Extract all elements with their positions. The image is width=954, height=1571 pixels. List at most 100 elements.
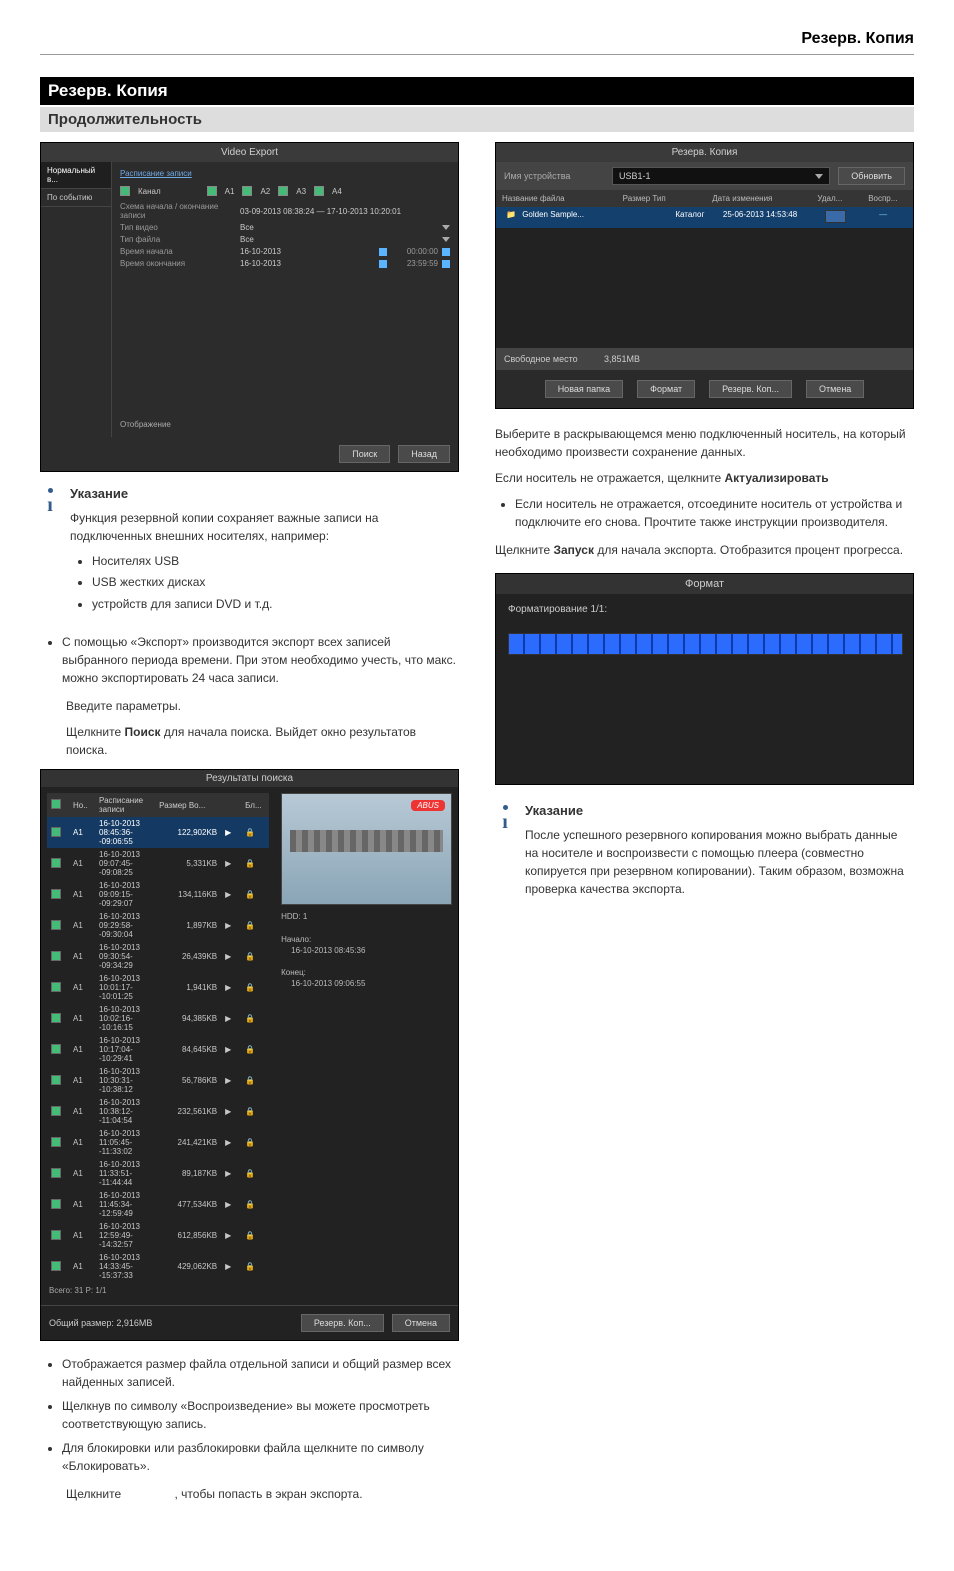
play-icon[interactable]: ▶ (221, 1003, 241, 1034)
play-icon[interactable]: ▶ (221, 1220, 241, 1251)
table-row[interactable]: A116-10-2013 10:38:12--11:04:54232,561KB… (47, 1096, 269, 1127)
lock-icon[interactable]: 🔒 (241, 817, 269, 848)
sidebar-item-event[interactable]: По событию (41, 189, 111, 207)
checkbox-a3[interactable] (278, 186, 288, 196)
tab-schedule[interactable]: Расписание записи (120, 169, 192, 178)
row-checkbox[interactable] (51, 951, 61, 961)
table-row[interactable]: A116-10-2013 14:33:45--15:37:33429,062KB… (47, 1251, 269, 1282)
table-row[interactable]: A116-10-2013 11:33:51--11:44:4489,187KB▶… (47, 1158, 269, 1189)
lock-icon[interactable]: 🔒 (241, 1189, 269, 1220)
cancel-button[interactable]: Отмена (392, 1314, 450, 1332)
calendar-icon[interactable] (379, 248, 387, 256)
bk-col-date[interactable]: Дата изменения (706, 190, 811, 207)
bk-cancel-button[interactable]: Отмена (806, 380, 864, 398)
play-icon[interactable]: ▶ (221, 1251, 241, 1282)
bk-col-name[interactable]: Название файла (496, 190, 617, 207)
table-row[interactable]: A116-10-2013 10:17:04--10:29:4184,645KB▶… (47, 1034, 269, 1065)
play-icon[interactable]: ▶ (221, 817, 241, 848)
back-button[interactable]: Назад (398, 445, 450, 463)
lock-icon[interactable]: 🔒 (241, 1096, 269, 1127)
lock-icon[interactable]: 🔒 (241, 1003, 269, 1034)
play-icon[interactable]: ▶ (221, 1189, 241, 1220)
play-icon[interactable]: ▶ (221, 848, 241, 879)
clock-icon[interactable] (442, 248, 450, 256)
table-row[interactable]: A116-10-2013 12:59:49--14:32:57612,856KB… (47, 1220, 269, 1251)
lock-icon[interactable]: 🔒 (241, 879, 269, 910)
backup-button[interactable]: Резерв. Коп... (301, 1314, 384, 1332)
row-checkbox[interactable] (51, 1168, 61, 1178)
row-checkbox[interactable] (51, 1199, 61, 1209)
delete-icon[interactable] (825, 210, 846, 223)
checkbox-all-channels[interactable] (120, 186, 130, 196)
play-icon[interactable]: ▶ (221, 1034, 241, 1065)
checkbox-all-results[interactable] (51, 799, 61, 809)
bk-backup-button[interactable]: Резерв. Коп... (709, 380, 792, 398)
checkbox-a4[interactable] (314, 186, 324, 196)
play-icon[interactable]: ▶ (221, 1127, 241, 1158)
table-row[interactable]: A116-10-2013 09:30:54--09:34:2926,439KB▶… (47, 941, 269, 972)
lock-icon[interactable]: 🔒 (241, 1158, 269, 1189)
lock-icon[interactable]: 🔒 (241, 910, 269, 941)
sidebar-item-normal[interactable]: Нормальный в... (41, 162, 111, 189)
col-schedule[interactable]: Расписание записи (95, 793, 155, 817)
row-checkbox[interactable] (51, 982, 61, 992)
start-date-input[interactable]: 16-10-2013 (240, 247, 375, 256)
format-button[interactable]: Формат (637, 380, 695, 398)
table-row[interactable]: A116-10-2013 10:02:16--10:16:1594,385KB▶… (47, 1003, 269, 1034)
table-row[interactable]: A116-10-2013 11:45:34--12:59:49477,534KB… (47, 1189, 269, 1220)
checkbox-a1[interactable] (207, 186, 217, 196)
lock-icon[interactable]: 🔒 (241, 1251, 269, 1282)
col-lock[interactable]: Бл... (241, 793, 269, 817)
table-row[interactable]: A116-10-2013 10:30:31--10:38:1256,786KB▶… (47, 1065, 269, 1096)
row-checkbox[interactable] (51, 1106, 61, 1116)
lock-icon[interactable]: 🔒 (241, 1034, 269, 1065)
bk-col-delete[interactable]: Удал... (811, 190, 862, 207)
row-checkbox[interactable] (51, 1075, 61, 1085)
lock-icon[interactable]: 🔒 (241, 972, 269, 1003)
lock-icon[interactable]: 🔒 (241, 1127, 269, 1158)
play-icon[interactable]: ▶ (221, 879, 241, 910)
bk-col-sizetype[interactable]: Размер Тип (617, 190, 707, 207)
lock-icon[interactable]: 🔒 (241, 941, 269, 972)
video-type-select[interactable]: Все (240, 223, 442, 232)
lock-icon[interactable]: 🔒 (241, 848, 269, 879)
table-row[interactable]: A116-10-2013 10:01:17--10:01:251,941KB▶🔒 (47, 972, 269, 1003)
device-select[interactable]: USB1-1 (612, 167, 830, 185)
table-row[interactable]: A116-10-2013 09:29:58--09:30:041,897KB▶🔒 (47, 910, 269, 941)
end-date-input[interactable]: 16-10-2013 (240, 259, 375, 268)
row-checkbox[interactable] (51, 827, 61, 837)
calendar-icon[interactable] (379, 260, 387, 268)
play-icon[interactable]: ▶ (221, 910, 241, 941)
col-size[interactable]: Размер Во... (155, 793, 221, 817)
row-checkbox[interactable] (51, 1261, 61, 1271)
row-checkbox[interactable] (51, 920, 61, 930)
end-time-input[interactable]: 23:59:59 (407, 259, 438, 268)
play-icon[interactable]: ▶ (221, 941, 241, 972)
row-checkbox[interactable] (51, 858, 61, 868)
clock-icon[interactable] (442, 260, 450, 268)
lock-icon[interactable]: 🔒 (241, 1065, 269, 1096)
file-row[interactable]: 📁 Golden Sample... Каталог 25-06-2013 14… (496, 207, 913, 228)
row-checkbox[interactable] (51, 1230, 61, 1240)
checkbox-a2[interactable] (242, 186, 252, 196)
play-icon[interactable]: ▶ (221, 1158, 241, 1189)
table-row[interactable]: A116-10-2013 09:07:45--09:08:255,331KB▶🔒 (47, 848, 269, 879)
col-no[interactable]: Но.. (69, 793, 95, 817)
start-time-input[interactable]: 00:00:00 (407, 247, 438, 256)
row-checkbox[interactable] (51, 1013, 61, 1023)
bk-col-play[interactable]: Воспр... (862, 190, 913, 207)
file-type-select[interactable]: Все (240, 235, 442, 244)
search-button[interactable]: Поиск (339, 445, 390, 463)
play-icon[interactable]: ▶ (221, 1096, 241, 1127)
row-checkbox[interactable] (51, 889, 61, 899)
refresh-button[interactable]: Обновить (838, 167, 905, 185)
row-checkbox[interactable] (51, 1137, 61, 1147)
lock-icon[interactable]: 🔒 (241, 1220, 269, 1251)
table-row[interactable]: A116-10-2013 09:09:15--09:29:07134,116KB… (47, 879, 269, 910)
row-checkbox[interactable] (51, 1044, 61, 1054)
table-row[interactable]: A116-10-2013 08:45:36--09:06:55122,902KB… (47, 817, 269, 848)
play-icon[interactable]: ▶ (221, 1065, 241, 1096)
new-folder-button[interactable]: Новая папка (545, 380, 623, 398)
play-icon[interactable]: ▶ (221, 972, 241, 1003)
table-row[interactable]: A116-10-2013 11:05:45--11:33:02241,421KB… (47, 1127, 269, 1158)
